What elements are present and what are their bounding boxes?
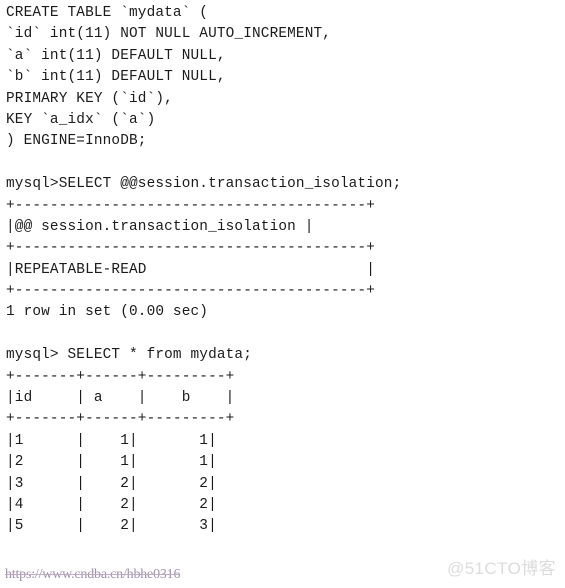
table-row: |5 | 2| 3| [6,518,217,535]
select-table-top-border: +-------+------+---------+ [6,368,235,385]
table-row: |2 | 1| 1| [6,454,217,471]
select-table-header-row: |id | a | b | [6,390,235,407]
isolation-table-value-row: |REPEATABLE-READ | [6,261,376,278]
sql-line: `a` int(11) DEFAULT NULL, [6,47,226,64]
watermark-url: https://www.cndba.cn/hbhe0316 [5,567,181,582]
sql-line: `id` int(11) NOT NULL AUTO_INCREMENT, [6,26,332,43]
isolation-table-header-border: +---------------------------------------… [6,240,376,257]
sql-line: ) ENGINE=InnoDB; [6,133,147,150]
table-row: |3 | 2| 2| [6,475,217,492]
isolation-table-header-row: |@@ session.transaction_isolation | [6,218,314,235]
terminal-output: CREATE TABLE `mydata` ( `id` int(11) NOT… [0,0,565,588]
sql-line: `b` int(11) DEFAULT NULL, [6,69,226,86]
watermark-brand: @51CTO博客 [447,559,556,578]
table-row: |1 | 1| 1| [6,432,217,449]
sql-line: PRIMARY KEY (`id`), [6,90,173,107]
isolation-table-top-border: +---------------------------------------… [6,197,376,214]
select-table-header-border: +-------+------+---------+ [6,411,235,428]
isolation-table-bottom-border: +---------------------------------------… [6,283,376,300]
sql-line: CREATE TABLE `mydata` ( [6,5,209,21]
table-row: |4 | 2| 2| [6,496,217,513]
isolation-query-prompt-line: mysql>SELECT @@session.transaction_isola… [6,176,402,193]
isolation-query-status-line: 1 row in set (0.00 sec) [6,304,209,321]
sql-line: KEY `a_idx` (`a`) [6,111,156,128]
select-query-prompt-line: mysql> SELECT * from mydata; [6,347,253,364]
